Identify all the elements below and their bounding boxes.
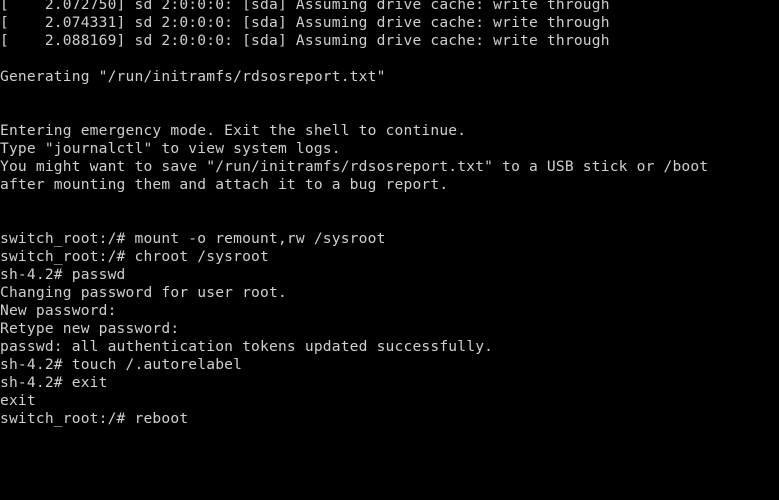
- console-line: switch_root:/# chroot /sysroot: [0, 248, 269, 265]
- terminal-console[interactable]: [ 2.072750] sd 2:0:0:0: [sda] Assuming d…: [0, 0, 779, 500]
- console-line: Type "journalctl" to view system logs.: [0, 140, 341, 157]
- console-line: passwd: all authentication tokens update…: [0, 338, 494, 355]
- console-line: sh-4.2# passwd: [0, 266, 126, 283]
- console-line: switch_root:/# mount -o remount,rw /sysr…: [0, 230, 386, 247]
- console-line: Retype new password:: [0, 320, 180, 337]
- console-line: exit: [0, 392, 36, 409]
- console-line: after mounting them and attach it to a b…: [0, 176, 449, 193]
- console-line: You might want to save "/run/initramfs/r…: [0, 158, 709, 175]
- console-line: switch_root:/# reboot: [0, 410, 189, 427]
- console-line: sh-4.2# touch /.autorelabel: [0, 356, 243, 373]
- console-line: Generating "/run/initramfs/rdsosreport.t…: [0, 68, 386, 85]
- console-output: [ 2.072750] sd 2:0:0:0: [sda] Assuming d…: [0, 0, 779, 500]
- console-line: sh-4.2# exit: [0, 374, 108, 391]
- console-line: Entering emergency mode. Exit the shell …: [0, 122, 467, 139]
- console-line: Changing password for user root.: [0, 284, 287, 301]
- console-line: [ 2.072750] sd 2:0:0:0: [sda] Assuming d…: [0, 0, 610, 13]
- console-line: [ 2.074331] sd 2:0:0:0: [sda] Assuming d…: [0, 14, 610, 31]
- console-line: [ 2.088169] sd 2:0:0:0: [sda] Assuming d…: [0, 32, 610, 49]
- console-line: New password:: [0, 302, 117, 319]
